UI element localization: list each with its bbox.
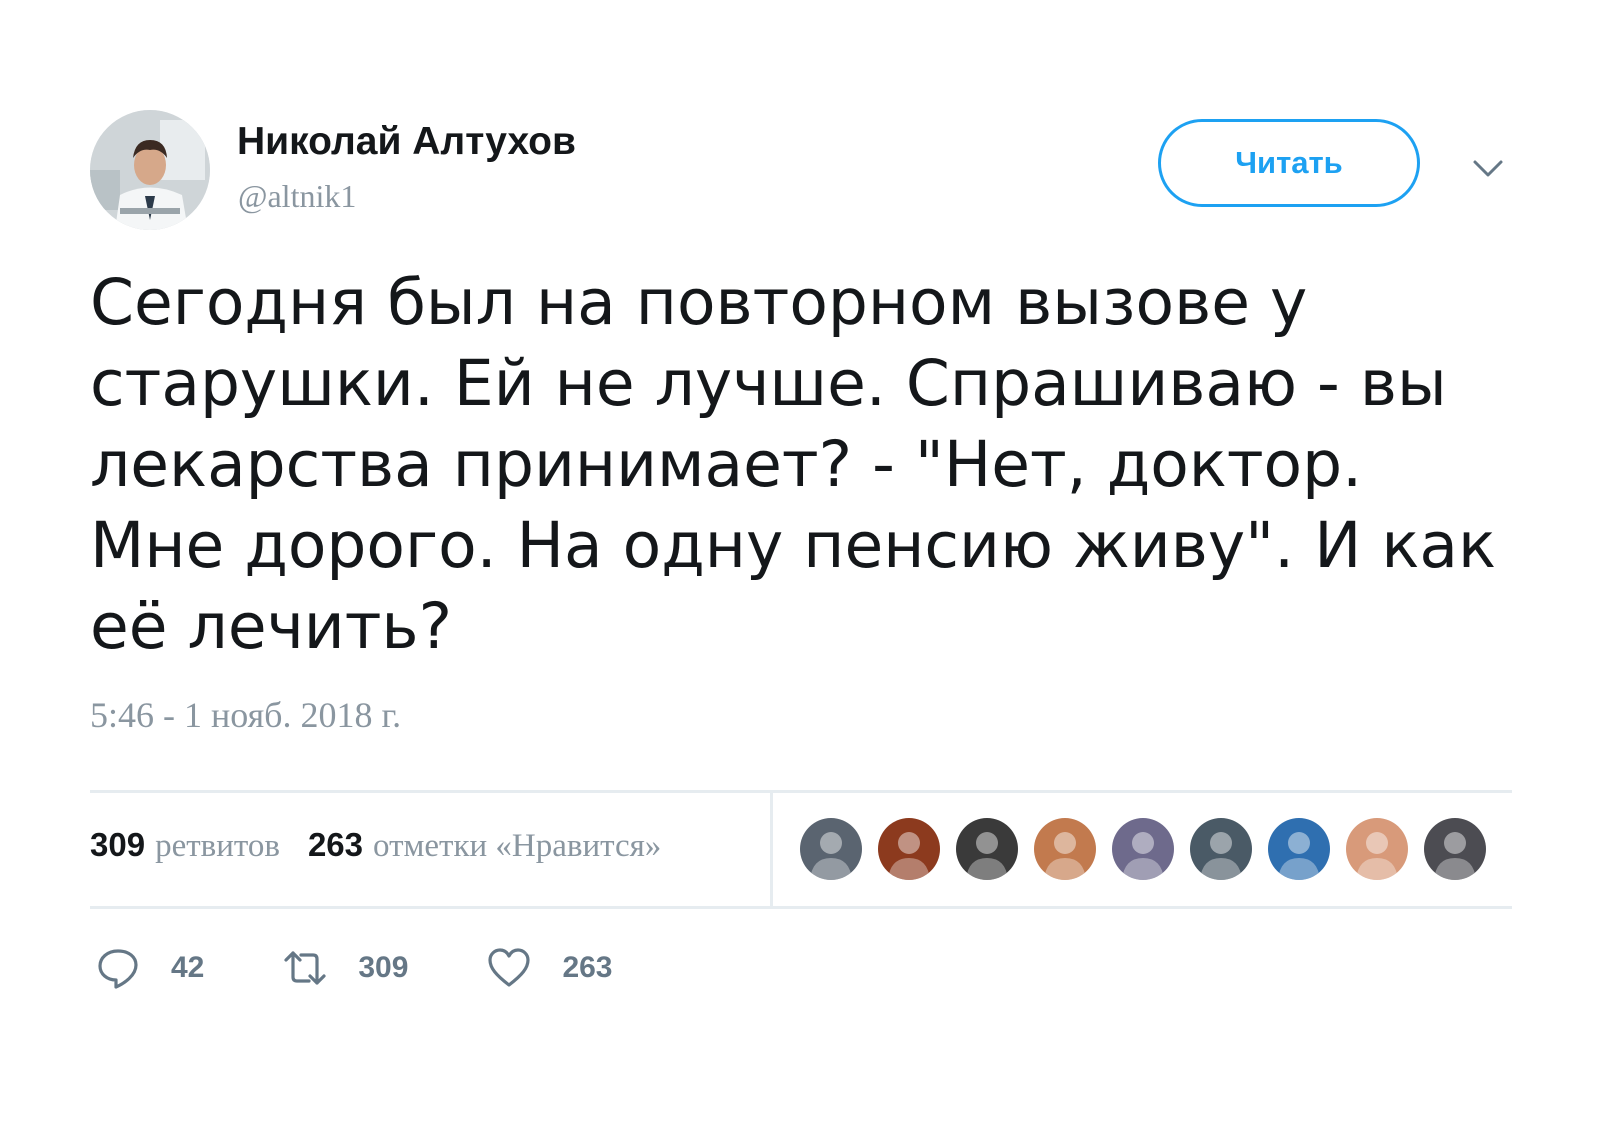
reply-icon — [98, 949, 138, 989]
retweet-button[interactable]: 309 — [282, 945, 408, 991]
follow-button[interactable]: Читать — [1158, 119, 1420, 207]
doctor-avatar-icon — [90, 110, 210, 230]
liker-avatar[interactable] — [954, 816, 1020, 882]
retweets-count: 309 — [90, 826, 146, 863]
stats-divider-vertical — [770, 790, 773, 909]
liker-avatar[interactable] — [876, 816, 942, 882]
tweet-card: Николай Алтухов @altnik1 Читать Сегодня … — [0, 0, 1600, 1124]
like-button[interactable]: 263 — [486, 945, 613, 991]
liker-avatar[interactable] — [1422, 816, 1488, 882]
tweet-timestamp[interactable]: 5:46 - 1 нояб. 2018 г. — [90, 694, 401, 736]
more-options-button[interactable] — [1470, 150, 1506, 186]
user-avatar-icon — [1346, 818, 1408, 880]
likes-count: 263 — [307, 826, 364, 863]
heart-icon — [488, 948, 531, 987]
retweet-count: 309 — [358, 951, 409, 984]
stats-divider-bottom — [90, 906, 1512, 909]
user-avatar-icon — [956, 818, 1018, 880]
user-avatar-icon — [1034, 818, 1096, 880]
liker-avatar[interactable] — [1032, 816, 1098, 882]
user-avatar-icon — [1112, 818, 1174, 880]
user-avatar-icon — [878, 818, 940, 880]
user-avatar-icon — [1190, 818, 1252, 880]
user-avatar-icon — [800, 818, 862, 880]
liker-avatar[interactable] — [798, 816, 864, 882]
author-handle[interactable]: @altnik1 — [238, 178, 356, 215]
user-avatar-icon — [1268, 818, 1330, 880]
stats-divider-top — [90, 790, 1512, 793]
tweet-text: Сегодня был на повторном вызове у старуш… — [90, 266, 1497, 663]
user-avatar-icon — [1424, 818, 1486, 880]
likes-stat[interactable]: 263 отметки «Нравится» — [308, 826, 661, 865]
liker-avatar[interactable] — [1188, 816, 1254, 882]
liker-avatar[interactable] — [1110, 816, 1176, 882]
like-count: 263 — [562, 951, 613, 984]
author-name[interactable]: Николай Алтухов — [237, 120, 576, 164]
liker-avatar[interactable] — [1344, 816, 1410, 882]
author-avatar[interactable] — [90, 110, 210, 230]
tweet-stats: 309 ретвитов 263 отметки «Нравится» — [90, 826, 661, 865]
reply-button[interactable]: 42 — [95, 945, 204, 991]
retweets-label: ретвитов — [155, 828, 280, 864]
likes-label: отметки «Нравится» — [373, 828, 662, 864]
tweet-actions: 42 309 263 — [95, 945, 691, 991]
liker-avatars — [798, 816, 1500, 882]
retweets-stat[interactable]: 309 ретвитов — [90, 826, 280, 865]
liker-avatar[interactable] — [1266, 816, 1332, 882]
chevron-down-icon — [1473, 160, 1503, 177]
retweet-icon — [284, 951, 326, 985]
reply-count: 42 — [171, 951, 205, 984]
